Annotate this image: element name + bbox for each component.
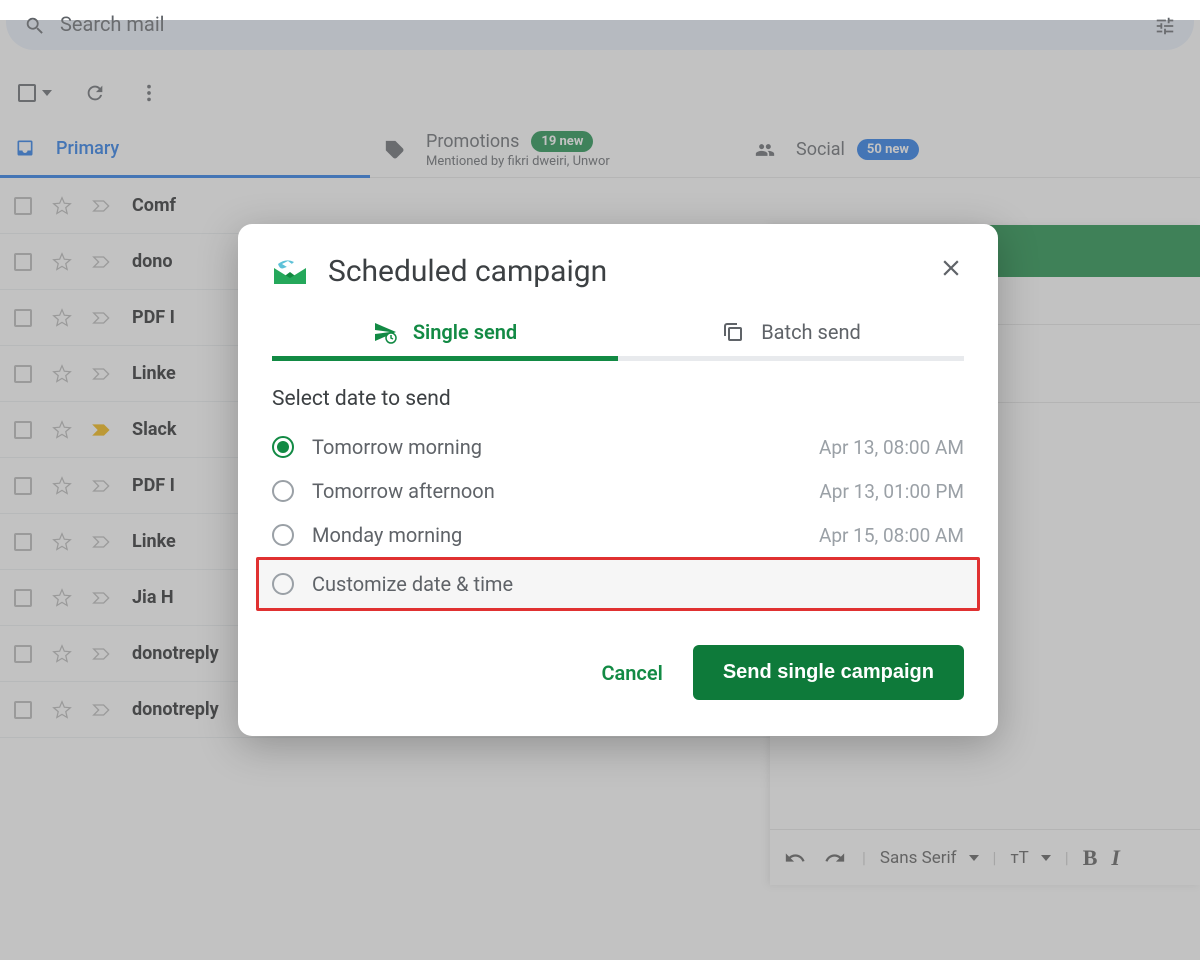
option-tomorrow-afternoon[interactable]: Tomorrow afternoon Apr 13, 01:00 PM: [256, 469, 980, 513]
mailmeteor-logo-icon: [272, 258, 308, 286]
close-button[interactable]: [938, 255, 964, 288]
option-tomorrow-morning[interactable]: Tomorrow morning Apr 13, 08:00 AM: [256, 425, 980, 469]
radio-icon: [272, 573, 294, 595]
scheduled-campaign-modal: Scheduled campaign Single send Batch sen…: [238, 224, 998, 736]
send-scheduled-icon: [373, 320, 397, 344]
cancel-button[interactable]: Cancel: [601, 661, 662, 685]
select-date-label: Select date to send: [238, 361, 998, 425]
radio-icon: [272, 524, 294, 546]
radio-icon: [272, 436, 294, 458]
option-customize-datetime[interactable]: Customize date & time: [256, 557, 980, 611]
tab-single-send[interactable]: Single send: [272, 307, 618, 361]
tab-batch-send[interactable]: Batch send: [618, 307, 964, 361]
close-icon: [938, 255, 964, 281]
radio-icon: [272, 480, 294, 502]
modal-title: Scheduled campaign: [328, 254, 938, 289]
batch-icon: [721, 320, 745, 344]
send-campaign-button[interactable]: Send single campaign: [693, 645, 964, 700]
option-monday-morning[interactable]: Monday morning Apr 15, 08:00 AM: [256, 513, 980, 557]
